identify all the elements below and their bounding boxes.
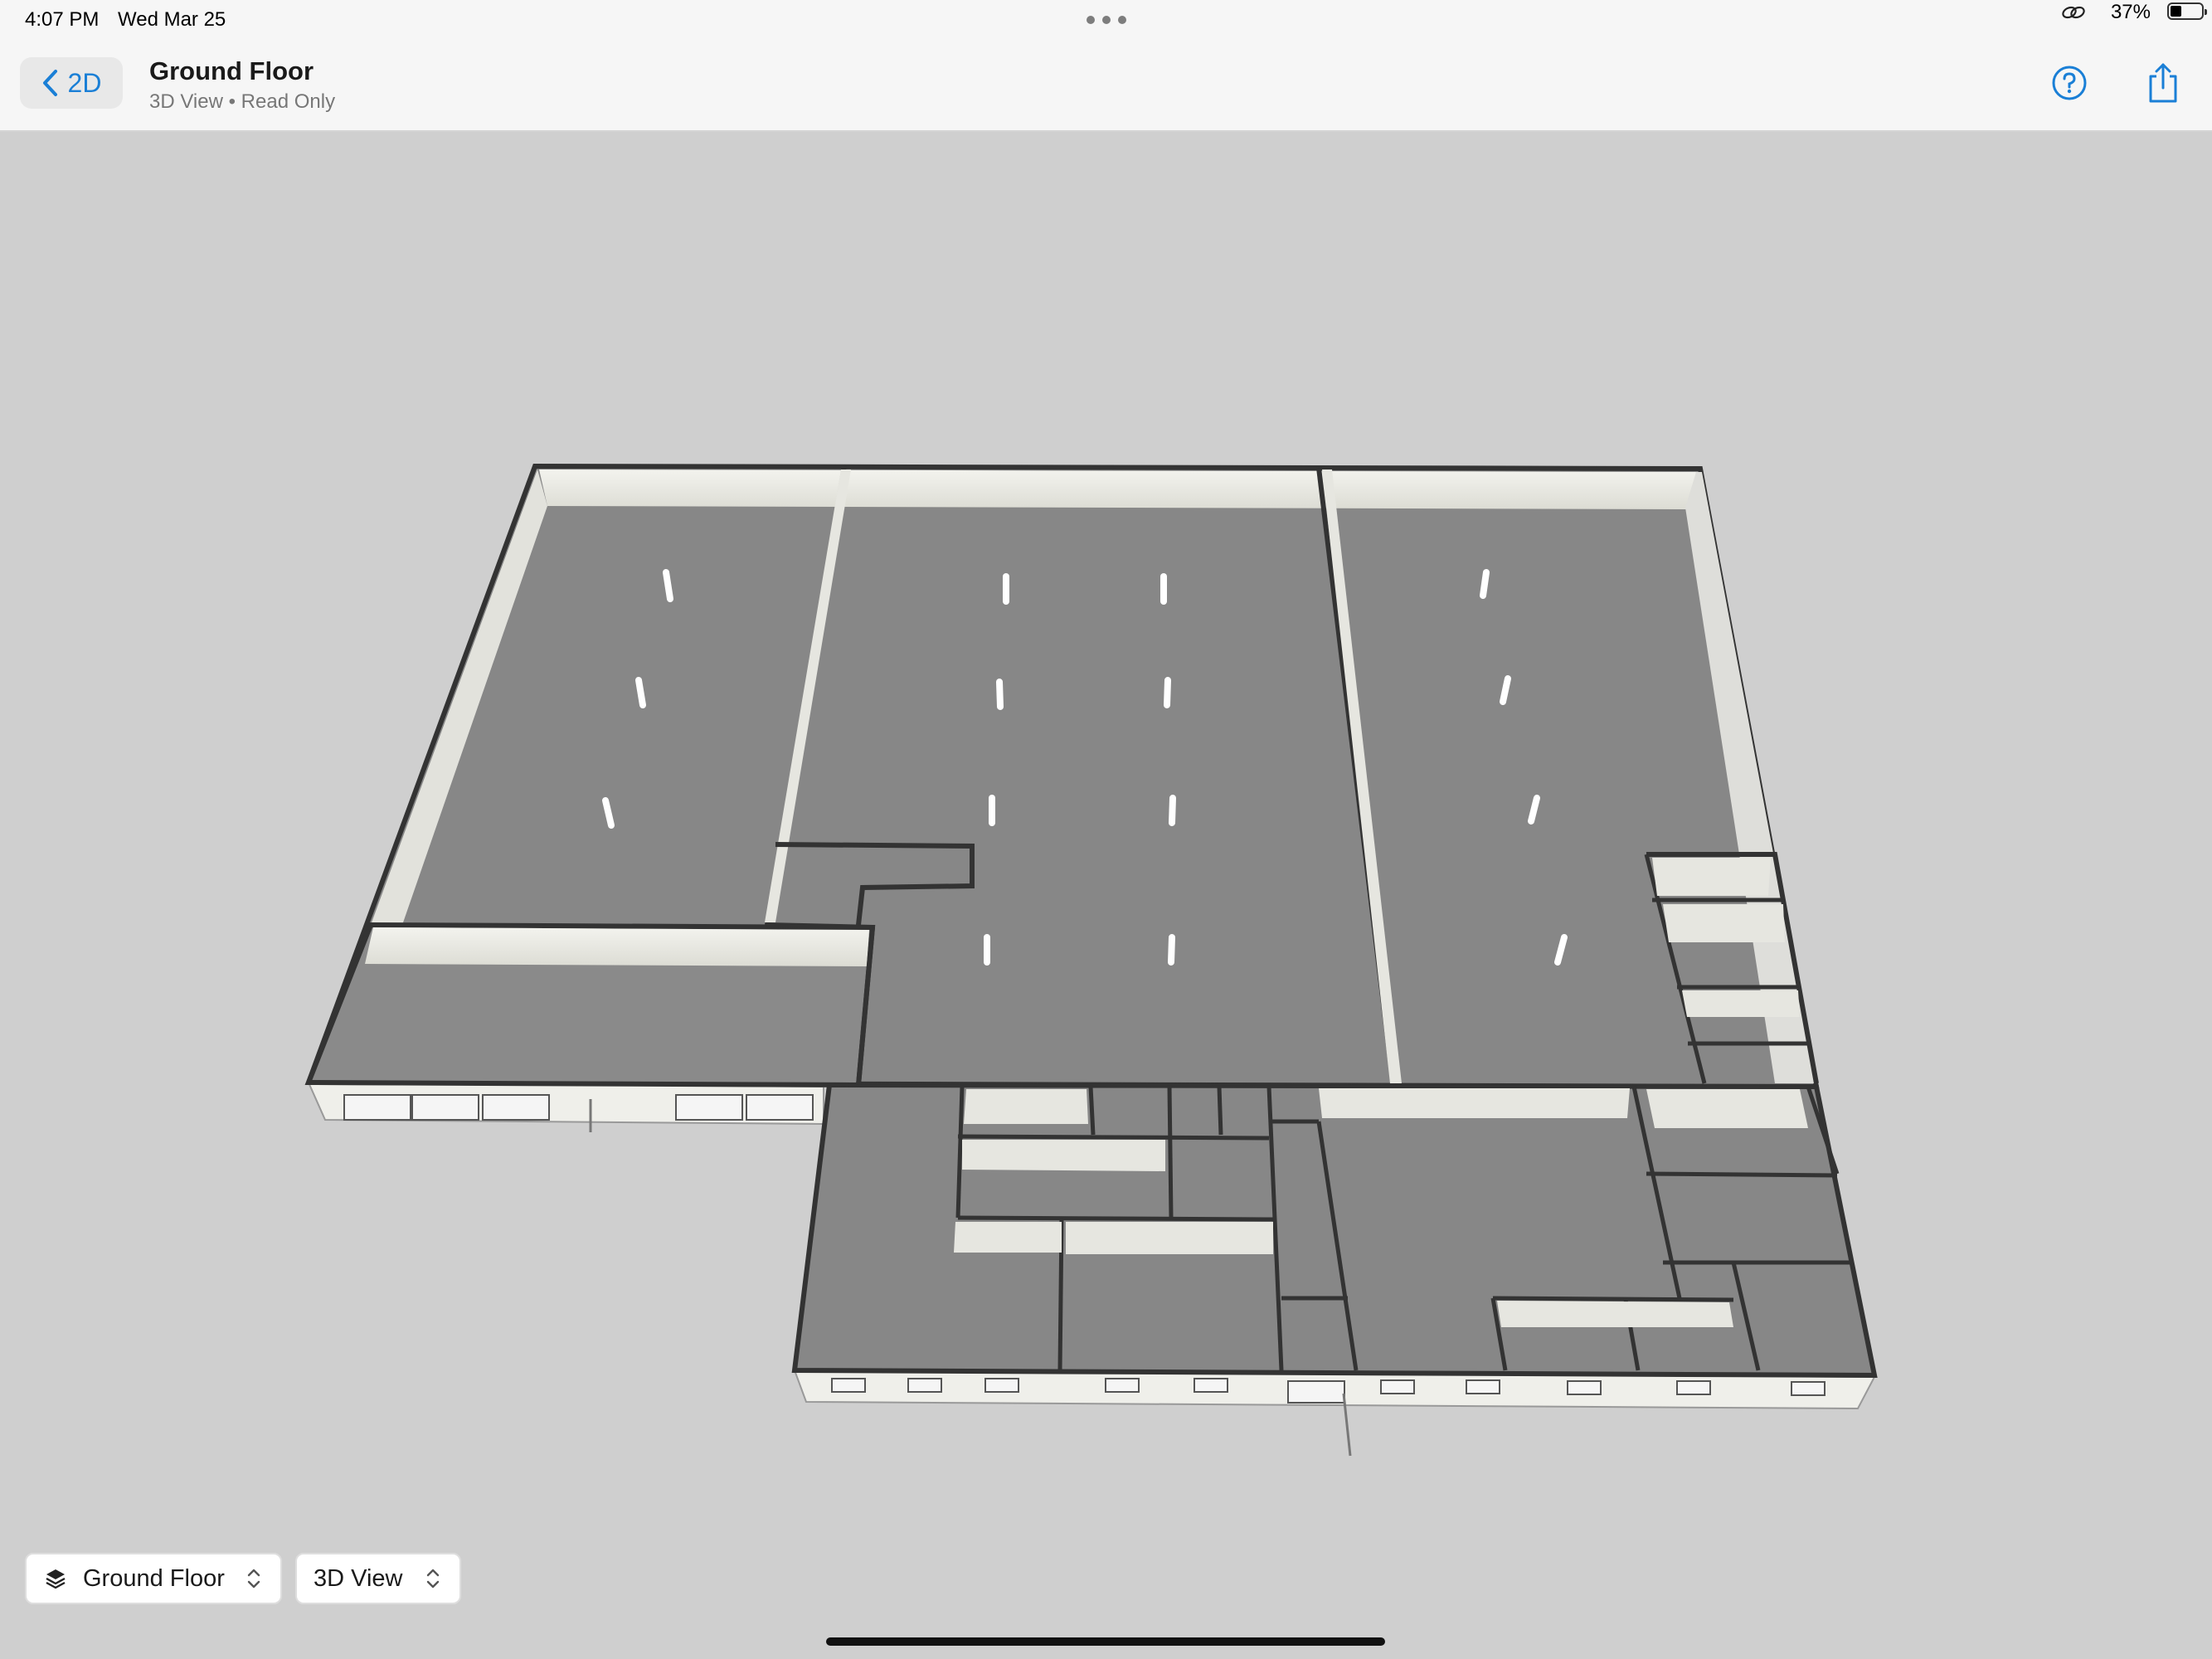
left-wing-room	[304, 922, 876, 1088]
status-bar: 4:07 PM Wed Mar 25 37%	[0, 0, 2212, 40]
small-room-a	[775, 842, 975, 926]
front-wall-main	[793, 1369, 1876, 1410]
partition-d	[856, 927, 875, 1086]
upper-floor-slab	[304, 463, 1820, 1090]
chevron-up-down-icon	[247, 1569, 260, 1588]
partition-a	[765, 465, 847, 926]
navigation-bar: 2D Ground Floor 3D View • Read Only	[0, 40, 2212, 132]
multitasking-dots-icon[interactable]	[1087, 12, 1126, 27]
status-date: Wed Mar 25	[118, 8, 226, 31]
lower-floor-slab	[791, 1082, 1878, 1379]
floor-selector-value: Ground Floor	[83, 1564, 225, 1592]
front-windows	[831, 1378, 1826, 1396]
left-wall-face	[371, 469, 547, 925]
page-title: Ground Floor	[149, 56, 314, 85]
view-mode-value: 3D View	[314, 1564, 403, 1592]
layers-icon	[46, 1569, 66, 1589]
back-wall-face	[539, 469, 1696, 509]
left-wing-back-wall	[365, 927, 869, 966]
battery-percentage: 37%	[2110, 1, 2151, 23]
back-to-2d-button[interactable]: 2D	[20, 57, 123, 109]
link-icon	[2062, 6, 2085, 19]
share-icon[interactable]	[2146, 61, 2180, 105]
floor-selector[interactable]: Ground Floor	[25, 1553, 282, 1604]
floor-plan-3d-view[interactable]	[0, 0, 2212, 1659]
back-button-label: 2D	[67, 67, 102, 98]
light-fixtures	[602, 569, 1568, 966]
right-wall-face	[1685, 472, 1816, 1083]
chevron-up-down-icon	[426, 1569, 440, 1588]
partition-b-face	[1322, 469, 1402, 1083]
front-wall-left-wing	[307, 1081, 824, 1126]
help-icon[interactable]	[2051, 65, 2088, 101]
partition-c	[766, 922, 873, 930]
battery-icon	[2167, 2, 2207, 20]
entry-door	[1287, 1380, 1345, 1404]
chevron-left-icon	[42, 70, 57, 96]
home-indicator[interactable]	[826, 1637, 1385, 1646]
page-subtitle: 3D View • Read Only	[149, 90, 336, 113]
battery-level-fill	[2171, 6, 2181, 17]
garage-doors	[343, 1094, 814, 1121]
right-rooms	[1646, 852, 1819, 1084]
partition-a-face	[765, 469, 851, 922]
status-time: 4:07 PM	[25, 8, 100, 31]
view-mode-selector[interactable]: 3D View	[295, 1553, 461, 1604]
partition-b	[1316, 467, 1396, 1087]
